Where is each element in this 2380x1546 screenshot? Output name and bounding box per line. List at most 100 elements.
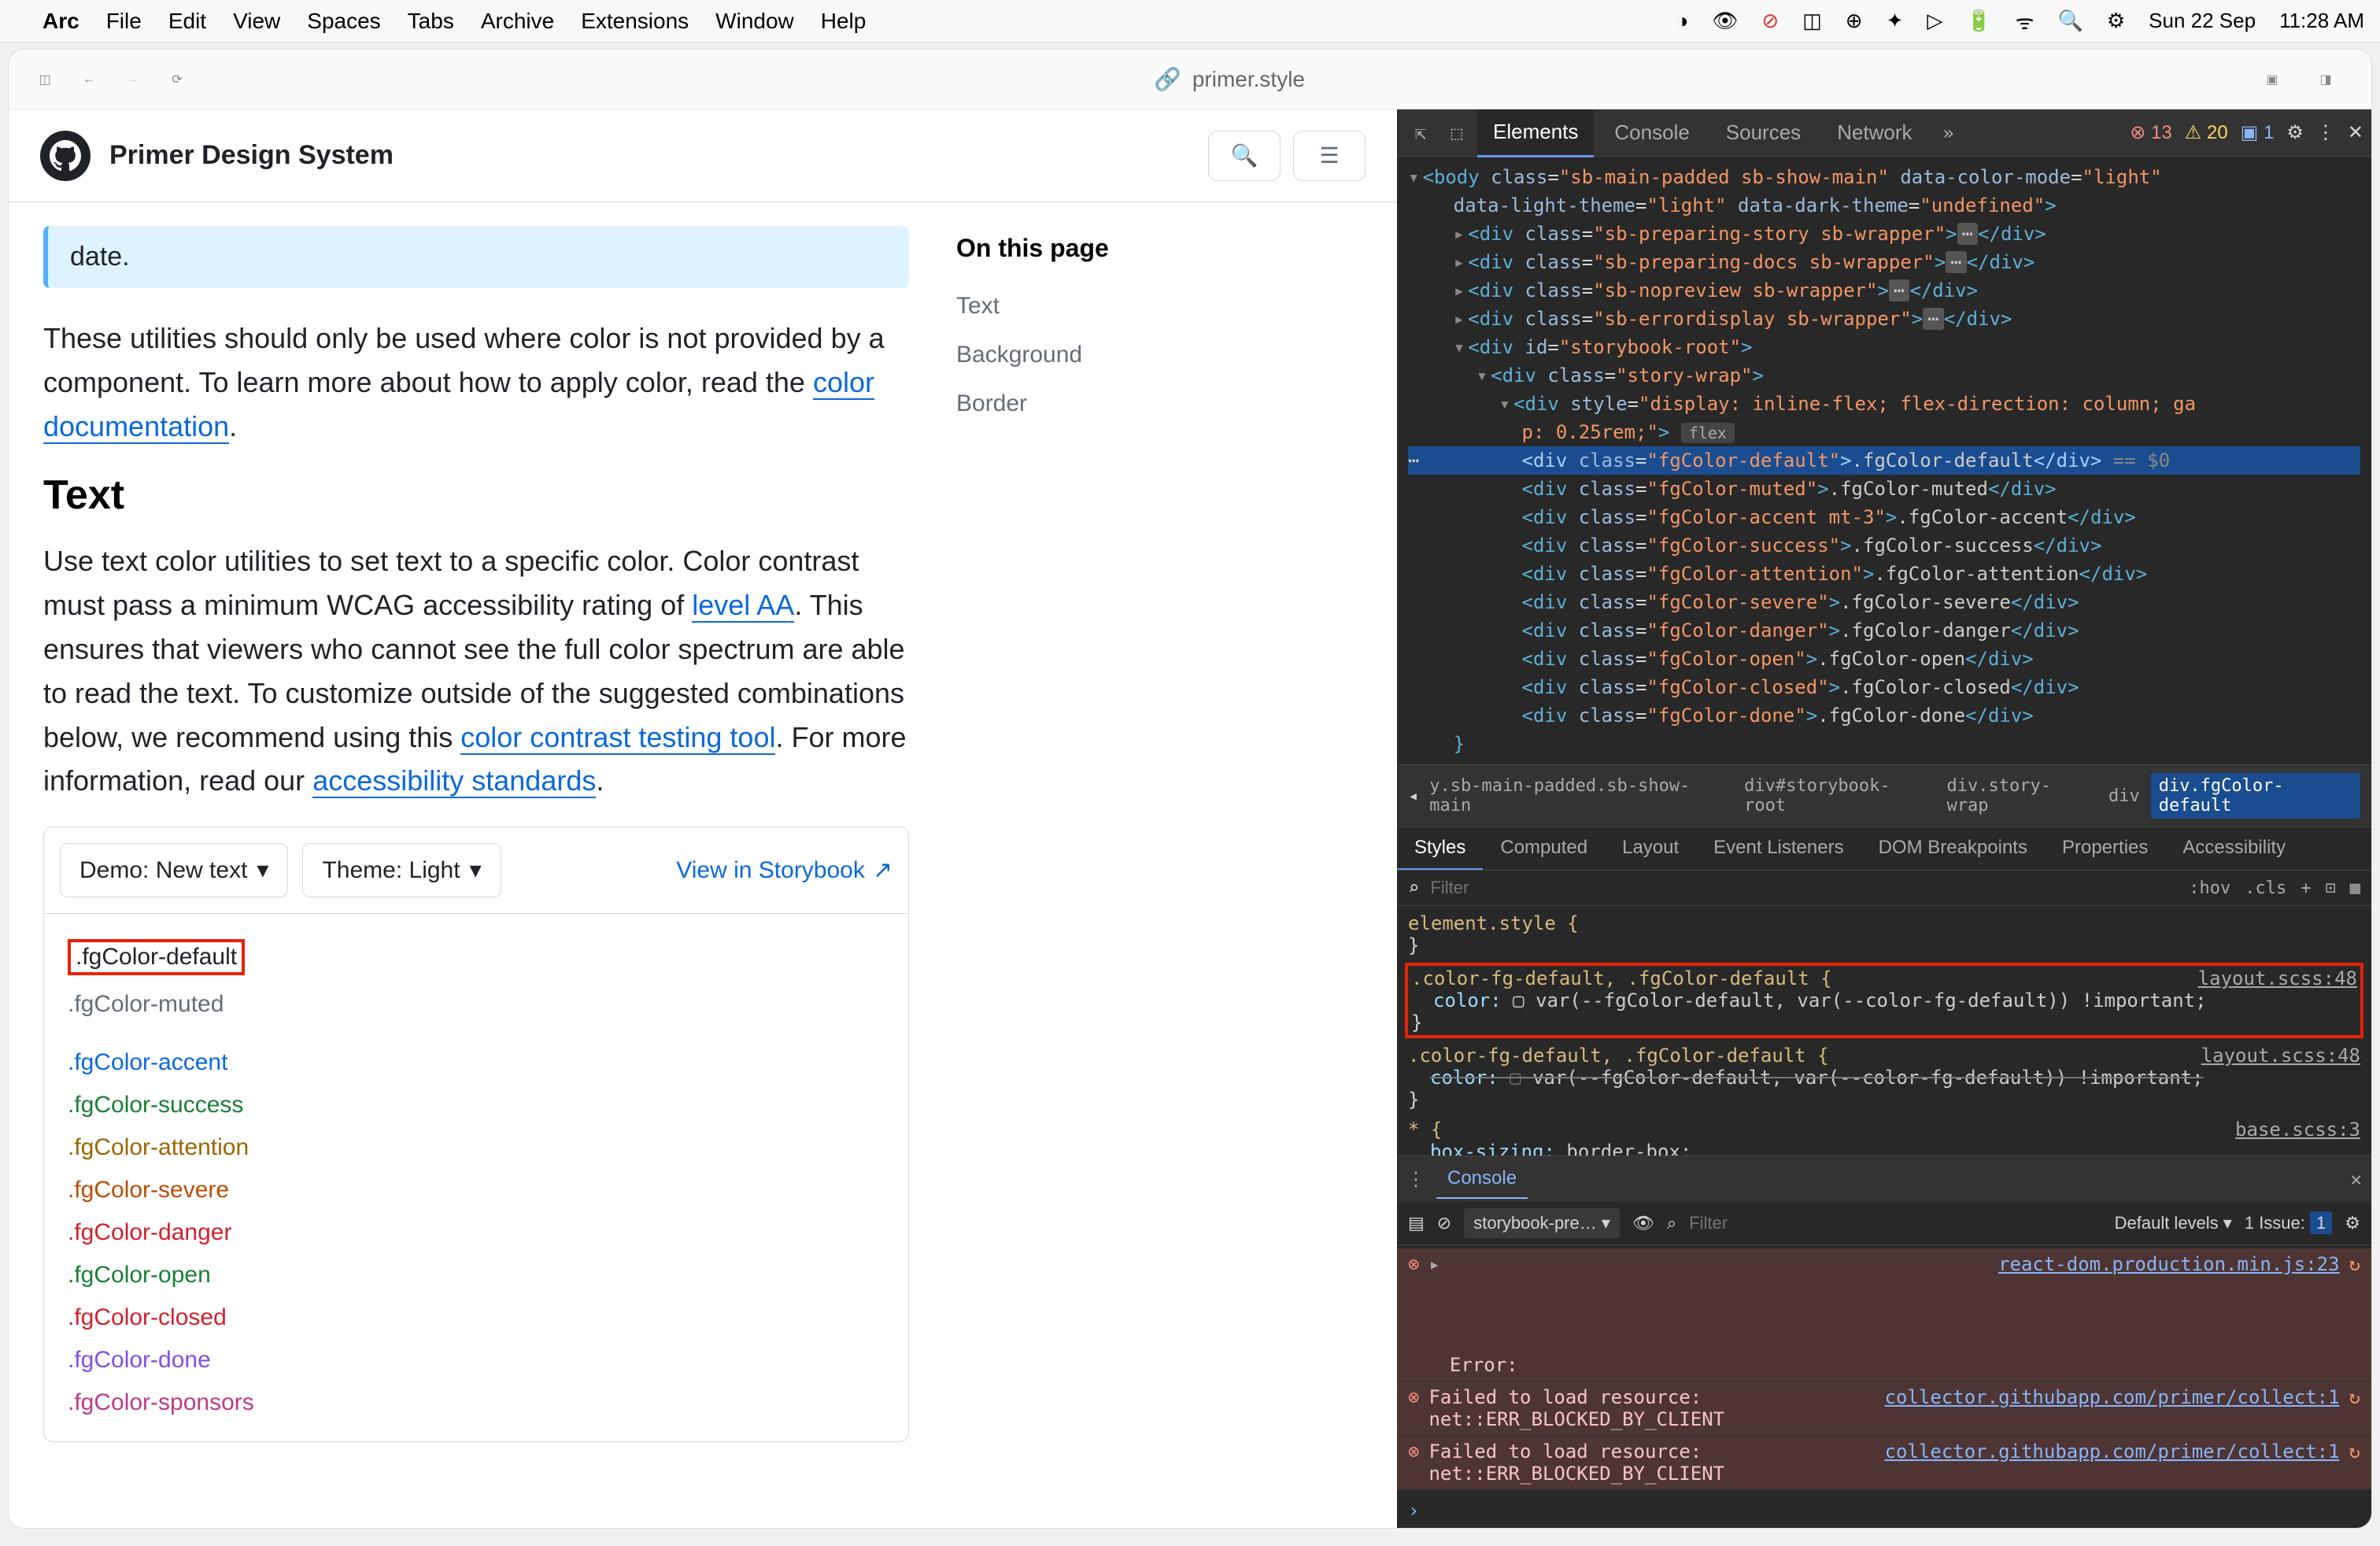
new-rule-icon[interactable]: + bbox=[2301, 878, 2311, 898]
styles-tab-dom-breakpoints[interactable]: DOM Breakpoints bbox=[1861, 827, 2045, 870]
hamburger-button[interactable]: ☰ bbox=[1293, 131, 1366, 181]
demo-toolbar: Demo: New text ▾ Theme: Light ▾ View in … bbox=[44, 827, 908, 914]
fg-open: .fgColor-open bbox=[68, 1259, 885, 1292]
more-icon[interactable]: ⊡ bbox=[2326, 878, 2336, 898]
status-icon[interactable]: 👁 bbox=[1712, 9, 1738, 33]
computed-icon[interactable]: ▦ bbox=[2350, 878, 2360, 898]
sidebar-toggle-icon[interactable]: ▤ bbox=[1408, 1213, 1425, 1233]
console-context[interactable]: storybook-pre… ▾ bbox=[1464, 1208, 1620, 1238]
status-icon[interactable]: ▷ bbox=[1927, 9, 1942, 33]
site-title[interactable]: Primer Design System bbox=[109, 140, 394, 171]
menu-extensions[interactable]: Extensions bbox=[581, 9, 689, 34]
styles-tab-accessibility[interactable]: Accessibility bbox=[2165, 827, 2303, 870]
spotlight-icon[interactable]: 🔍 bbox=[2057, 9, 2082, 33]
toc-item-text[interactable]: Text bbox=[956, 282, 1255, 331]
close-icon[interactable]: ✕ bbox=[2348, 121, 2363, 144]
styles-tab-computed[interactable]: Computed bbox=[1483, 827, 1605, 870]
live-expr-icon[interactable]: 👁 bbox=[1632, 1213, 1654, 1233]
github-logo-icon[interactable] bbox=[40, 131, 91, 181]
fg-attention: .fgColor-attention bbox=[68, 1131, 885, 1164]
view-storybook-link[interactable]: View in Storybook ↗ bbox=[676, 856, 893, 884]
info-badge[interactable]: ▣ 1 bbox=[2241, 121, 2275, 144]
crumb-selected[interactable]: div.fgColor-default bbox=[2151, 773, 2360, 819]
fg-sponsors: .fgColor-sponsors bbox=[68, 1386, 885, 1419]
forward-button[interactable]: → bbox=[116, 62, 150, 97]
app-name[interactable]: Arc bbox=[42, 9, 79, 34]
styles-tab-styles[interactable]: Styles bbox=[1397, 827, 1483, 870]
log-levels-dropdown[interactable]: Default levels ▾ bbox=[2115, 1213, 2232, 1233]
styles-tab-event-listeners[interactable]: Event Listeners bbox=[1696, 827, 1861, 870]
panel-toggle-icon[interactable]: ◨ bbox=[2308, 62, 2343, 97]
contrast-tool-link[interactable]: color contrast testing tool bbox=[460, 721, 775, 755]
settings-icon[interactable]: ⚙ bbox=[2286, 121, 2304, 144]
warning-badge[interactable]: ⚠ 20 bbox=[2185, 121, 2228, 144]
console-error-row[interactable]: ⊗▸Error: attribute width: Expected lengt… bbox=[1397, 1248, 2371, 1381]
device-toggle-icon[interactable]: ⬚ bbox=[1441, 117, 1473, 149]
console-filter-input[interactable] bbox=[1689, 1213, 1815, 1233]
dom-tree[interactable]: <body class="sb-main-padded sb-show-main… bbox=[1397, 157, 2371, 764]
breadcrumb[interactable]: ◂ y.sb-main-padded.sb-show-main div#stor… bbox=[1397, 764, 2371, 827]
toc-item-border[interactable]: Border bbox=[956, 379, 1255, 428]
status-icon[interactable]: ⊕ bbox=[1846, 9, 1863, 33]
crumb[interactable]: div bbox=[2101, 783, 2148, 809]
close-drawer-icon[interactable]: ✕ bbox=[2351, 1168, 2362, 1190]
tab-console[interactable]: Console bbox=[1598, 109, 1705, 156]
error-badge[interactable]: ⊗ 13 bbox=[2130, 121, 2171, 144]
clear-console-icon[interactable]: ⊘ bbox=[1437, 1213, 1451, 1233]
status-icon[interactable]: ◫ bbox=[1802, 9, 1822, 33]
console-error-row[interactable]: ⊗Failed to load resource: net::ERR_BLOCK… bbox=[1397, 1436, 2371, 1490]
tab-elements[interactable]: Elements bbox=[1477, 109, 1594, 157]
rule-fgcolor-default-active: .color-fg-default, .fgColor-default {lay… bbox=[1405, 963, 2363, 1038]
control-center-icon[interactable]: ⚙ bbox=[2107, 9, 2125, 33]
menu-spaces[interactable]: Spaces bbox=[307, 9, 380, 34]
styles-tab-layout[interactable]: Layout bbox=[1605, 827, 1696, 870]
styles-body[interactable]: element.style { } .color-fg-default, .fg… bbox=[1397, 906, 2371, 1156]
console-settings-icon[interactable]: ⚙ bbox=[2345, 1213, 2360, 1233]
styles-filter-input[interactable] bbox=[1430, 878, 2178, 898]
sidebar-toggle-icon[interactable]: ◫ bbox=[28, 62, 62, 97]
menu-view[interactable]: View bbox=[233, 9, 280, 34]
accessibility-link[interactable]: accessibility standards bbox=[312, 764, 596, 798]
theme-dropdown[interactable]: Theme: Light ▾ bbox=[302, 843, 501, 897]
menubar-time[interactable]: 11:28 AM bbox=[2279, 9, 2364, 33]
console-error-row[interactable]: ⊗Failed to load resource: net::ERR_BLOCK… bbox=[1397, 1381, 2371, 1436]
menu-archive[interactable]: Archive bbox=[481, 9, 554, 34]
inspect-icon[interactable]: ⇱ bbox=[1405, 117, 1436, 149]
menu-window[interactable]: Window bbox=[715, 9, 794, 34]
crumb-scroll-left[interactable]: ◂ bbox=[1408, 786, 1418, 806]
console-tab[interactable]: Console bbox=[1436, 1160, 1528, 1199]
search-button[interactable]: 🔍 bbox=[1208, 131, 1281, 181]
tab-sources[interactable]: Sources bbox=[1710, 109, 1816, 156]
demo-dropdown[interactable]: Demo: New text ▾ bbox=[60, 843, 288, 897]
kebab-icon[interactable]: ⋮ bbox=[2316, 121, 2335, 144]
toc-item-background[interactable]: Background bbox=[956, 331, 1255, 379]
issues-indicator[interactable]: 1 Issue: 1 bbox=[2245, 1213, 2332, 1233]
fg-done: .fgColor-done bbox=[68, 1344, 885, 1377]
crumb[interactable]: div#storybook-root bbox=[1736, 773, 1935, 819]
crumb[interactable]: div.story-wrap bbox=[1938, 773, 2097, 819]
menu-help[interactable]: Help bbox=[821, 9, 867, 34]
wifi-icon[interactable]: ᯤ bbox=[2016, 7, 2034, 35]
extension-icon[interactable]: ▣ bbox=[2255, 62, 2289, 97]
more-tabs-icon[interactable]: » bbox=[1933, 117, 1964, 149]
reload-button[interactable]: ⟳ bbox=[160, 62, 194, 97]
back-button[interactable]: ← bbox=[72, 62, 106, 97]
console-menu-icon[interactable]: ⋮ bbox=[1406, 1168, 1425, 1190]
styles-tab-properties[interactable]: Properties bbox=[2045, 827, 2165, 870]
menu-tabs[interactable]: Tabs bbox=[408, 9, 454, 34]
console-prompt[interactable]: › bbox=[1397, 1493, 2371, 1528]
menu-file[interactable]: File bbox=[106, 9, 142, 34]
hov-toggle[interactable]: :hov bbox=[2189, 878, 2230, 898]
url-bar[interactable]: 🔗 primer.style bbox=[204, 66, 2255, 92]
tab-network[interactable]: Network bbox=[1821, 109, 1927, 156]
cls-toggle[interactable]: .cls bbox=[2245, 878, 2286, 898]
status-icon[interactable]: ◑ bbox=[1676, 9, 1689, 33]
level-aa-link[interactable]: level AA bbox=[692, 589, 794, 623]
menu-edit[interactable]: Edit bbox=[168, 9, 206, 34]
crumb[interactable]: y.sb-main-padded.sb-show-main bbox=[1421, 773, 1733, 819]
fg-success: .fgColor-success bbox=[68, 1089, 885, 1122]
status-icon[interactable]: ⊘ bbox=[1761, 9, 1779, 33]
menubar-date[interactable]: Sun 22 Sep bbox=[2149, 9, 2256, 33]
battery-icon[interactable]: 🔋 bbox=[1966, 9, 1991, 33]
status-icon[interactable]: ✦ bbox=[1887, 9, 1904, 33]
